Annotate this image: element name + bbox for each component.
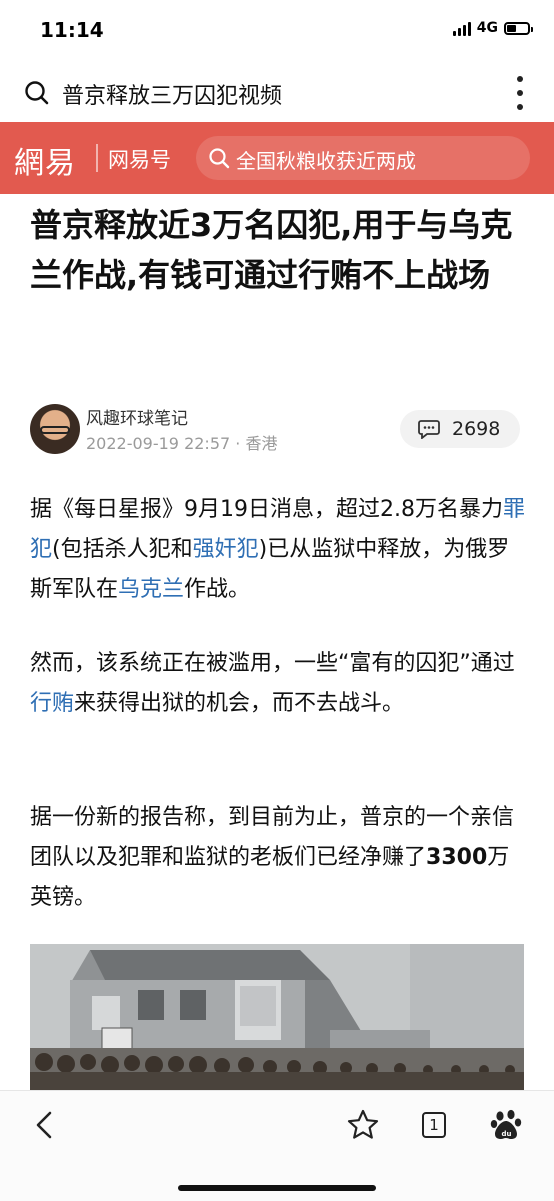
star-icon[interactable] — [343, 1105, 383, 1145]
article-title: 普京释放近3万名囚犯,用于与乌克兰作战,有钱可通过行贿不上战场 — [30, 206, 513, 294]
signal-icon — [452, 20, 471, 36]
hot-search-pill[interactable]: 全国秋粮收获近两成 — [196, 136, 530, 180]
author-row: 风趣环球笔记 2022-09-19 22:57 · 香港 2698 — [30, 398, 530, 468]
netease-logo[interactable]: 網易 — [14, 138, 76, 182]
comment-icon — [418, 420, 440, 439]
status-time: 11:14 — [40, 18, 104, 42]
netease-header: 網易 网易号 全国秋粮收获近两成 — [0, 122, 554, 194]
comment-count: 2698 — [452, 418, 501, 440]
channel-label[interactable]: 网易号 — [108, 144, 171, 174]
avatar[interactable] — [30, 404, 80, 454]
search-bar[interactable]: 普京释放三万囚犯视频 — [0, 64, 554, 122]
paragraph-2: 然而，该系统正在被滥用，一些“富有的囚犯”通过行贿来获得出狱的机会，而不去战斗。 — [30, 644, 530, 724]
hot-search-text: 全国秋粮收获近两成 — [236, 149, 416, 173]
header-divider — [96, 144, 98, 172]
text-span: 来获得出狱的机会，而不去战斗。 — [74, 691, 405, 716]
comments-button[interactable]: 2698 — [400, 410, 520, 448]
text-span: 据《每日星报》9月19日消息，超过2.8万名暴力 — [30, 497, 503, 522]
paragraph-3: 据一份新的报告称，到目前为止，普京的一个亲信团队以及犯罪和监狱的老板们已经净赚了… — [30, 798, 530, 918]
publish-date: 2022-09-19 22:57 · 香港 — [86, 434, 278, 453]
text-span: 作战。 — [184, 577, 251, 602]
more-icon[interactable] — [516, 76, 524, 110]
link-rapists[interactable]: 强奸犯 — [193, 537, 259, 562]
author-name[interactable]: 风趣环球笔记 — [86, 404, 188, 429]
home-indicator[interactable] — [178, 1185, 376, 1191]
baidu-paw-icon[interactable]: du — [487, 1105, 527, 1145]
article-image[interactable] — [30, 944, 524, 1090]
svg-text:du: du — [502, 1130, 512, 1138]
paragraph-1: 据《每日星报》9月19日消息，超过2.8万名暴力罪犯(包括杀人犯和强奸犯)已从监… — [30, 490, 530, 610]
tabs-button[interactable]: 1 — [414, 1105, 454, 1145]
bottom-navigation: 1 du — [0, 1090, 554, 1201]
battery-icon — [504, 21, 533, 35]
tab-count: 1 — [429, 1116, 439, 1134]
text-span: (包括杀人犯和 — [52, 537, 193, 562]
status-indicators: 4G — [452, 20, 533, 36]
status-bar: 11:14 4G — [0, 0, 554, 64]
text-span: 然而，该系统正在被滥用，一些“富有的囚犯”通过 — [30, 651, 515, 676]
back-icon[interactable] — [26, 1105, 66, 1145]
amount-figure: 3300 — [426, 845, 488, 870]
link-ukraine[interactable]: 乌克兰 — [118, 577, 184, 602]
search-icon — [209, 148, 230, 169]
link-bribery[interactable]: 行贿 — [30, 691, 74, 716]
search-query[interactable]: 普京释放三万囚犯视频 — [62, 78, 282, 110]
search-icon — [25, 81, 49, 105]
network-type: 4G — [476, 20, 498, 36]
prison-building-image — [30, 944, 524, 1090]
